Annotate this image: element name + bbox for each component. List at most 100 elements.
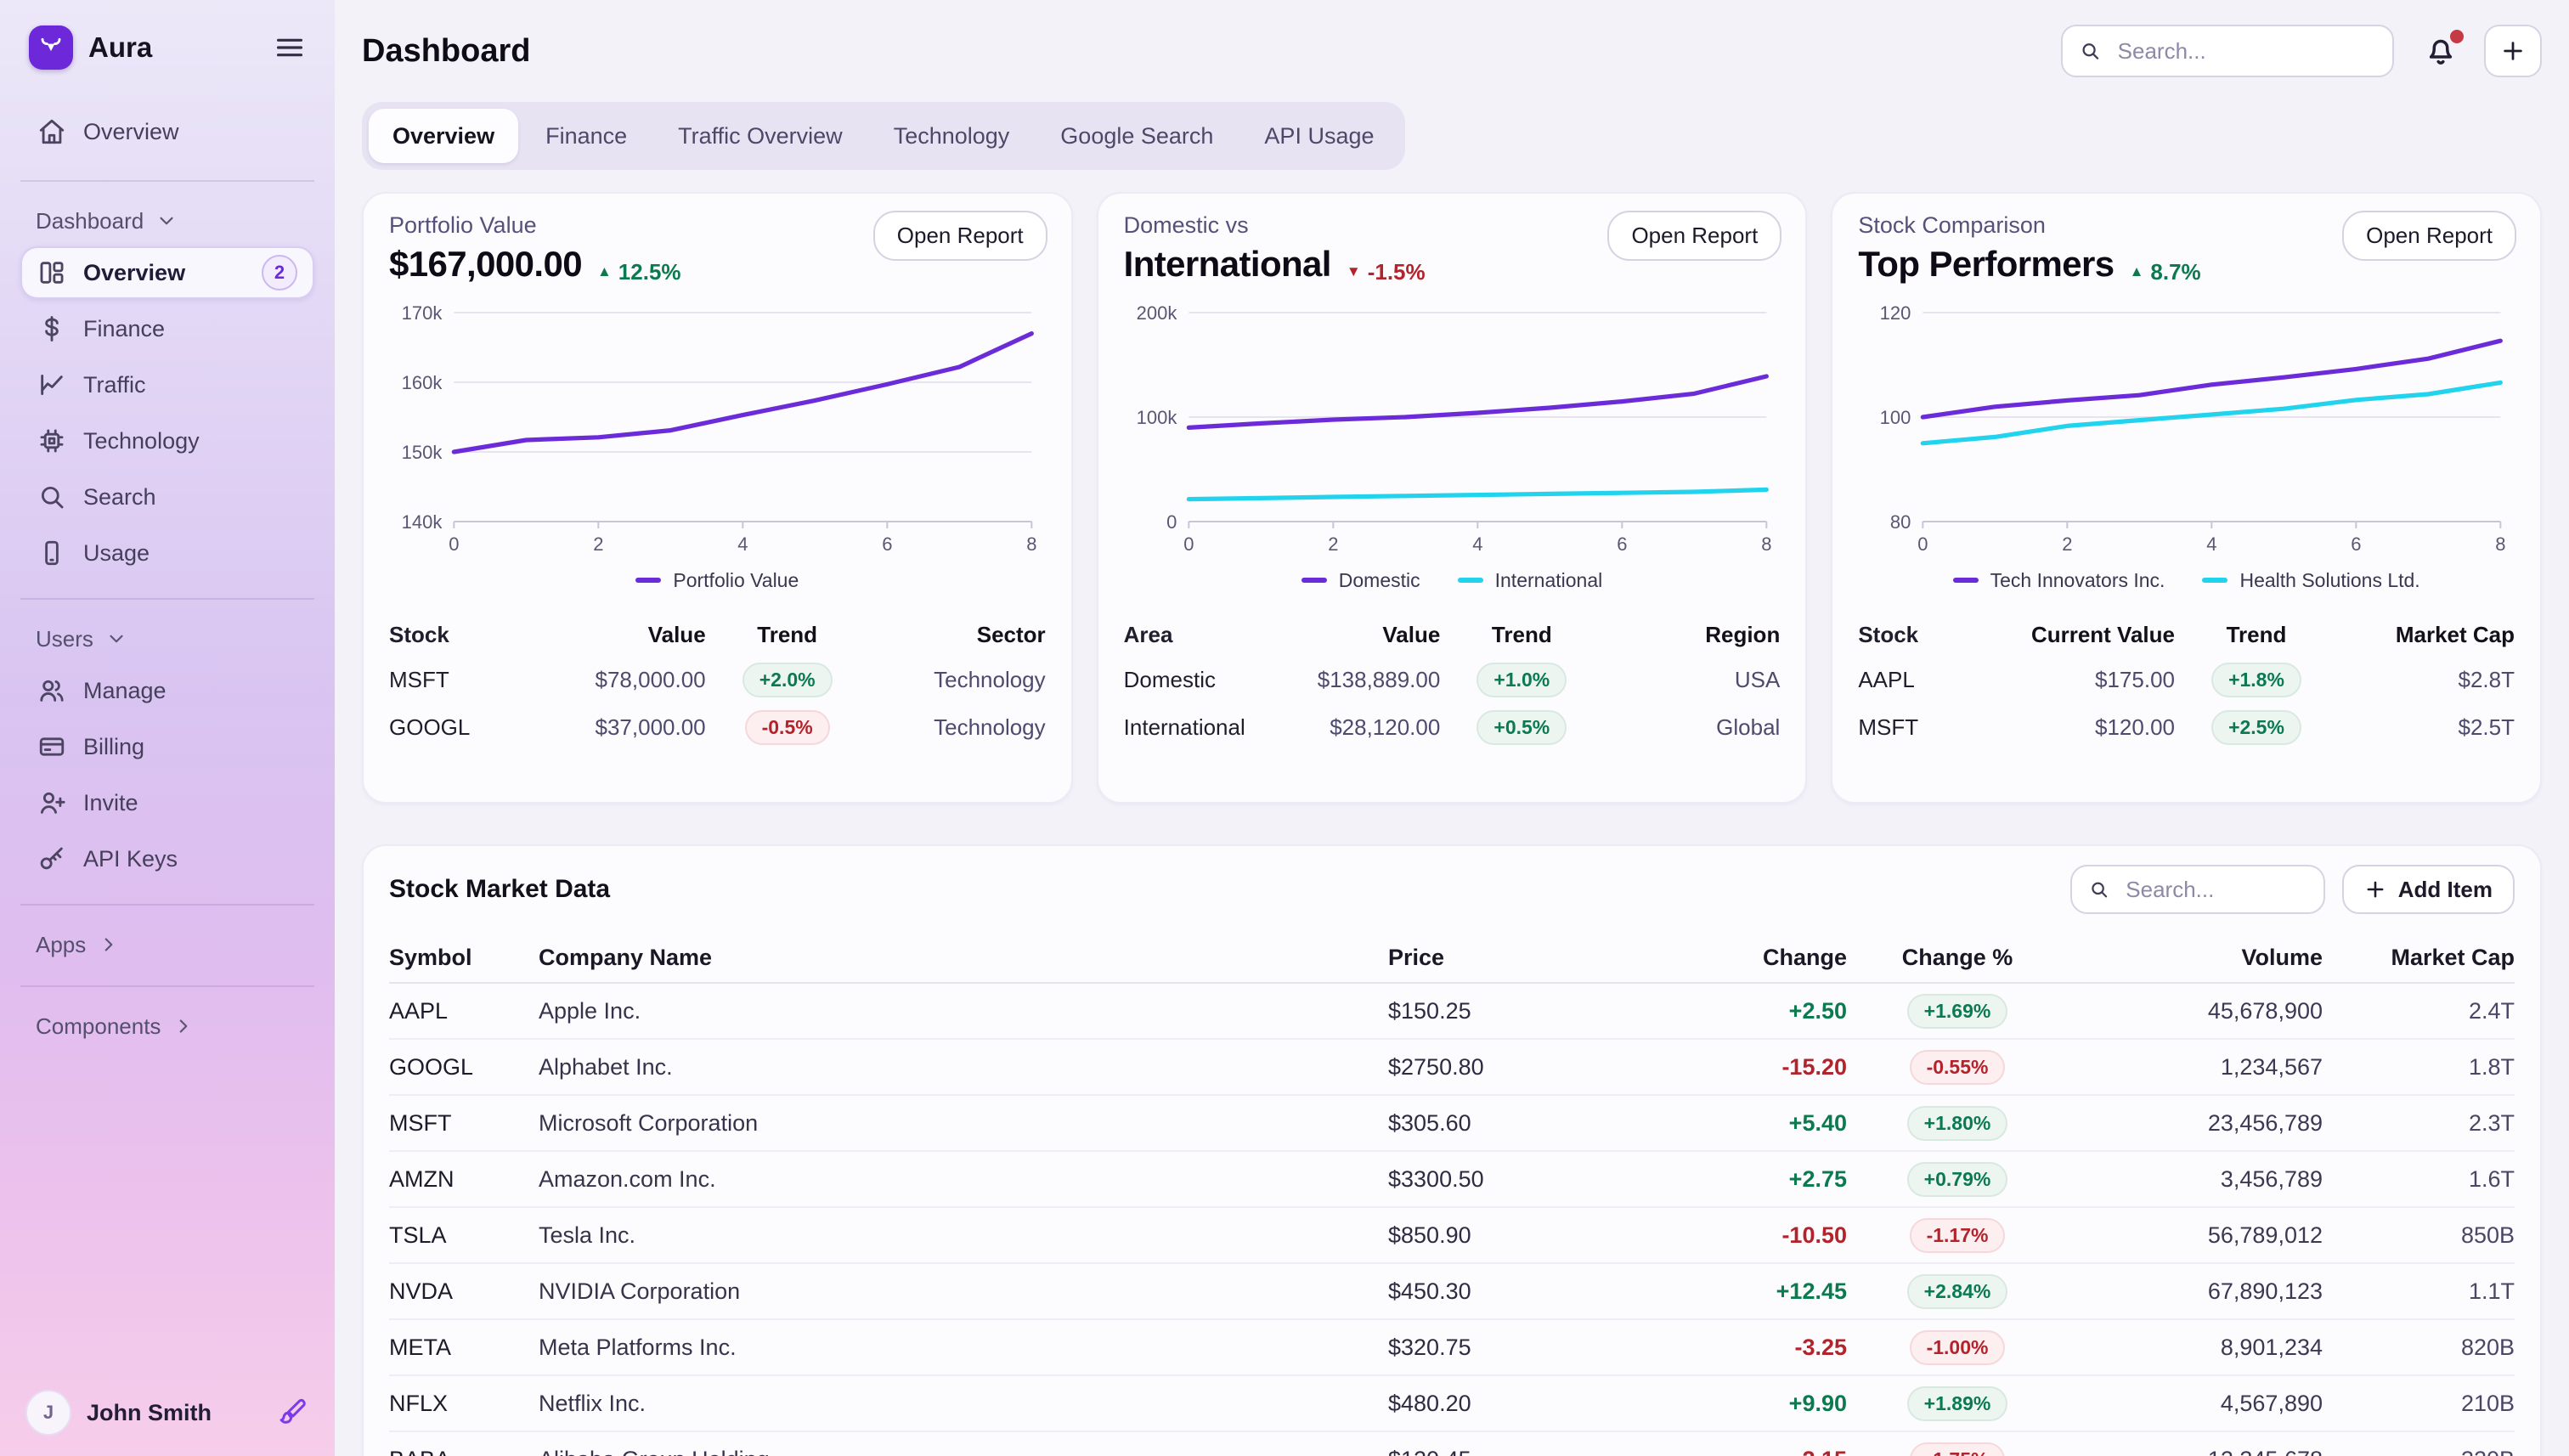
symbol-cell: NVDA bbox=[389, 1278, 539, 1305]
sidebar-item-overview[interactable]: Overview bbox=[20, 105, 314, 158]
open-report-button[interactable]: Open Report bbox=[2342, 211, 2516, 261]
row-label: MSFT bbox=[1858, 714, 2007, 741]
row-value: $175.00 bbox=[2007, 667, 2175, 693]
column-header: Trend bbox=[1440, 622, 1603, 648]
market-table-row-baba[interactable]: BABAAlibaba Group Holding$120.45-2.15-1.… bbox=[389, 1432, 2515, 1456]
sidebar-section-label: Users bbox=[36, 626, 93, 652]
market-table-row-nflx[interactable]: NFLXNetflix Inc.$480.20+9.90+1.89%4,567,… bbox=[389, 1376, 2515, 1432]
market-table-row-nvda[interactable]: NVDANVIDIA Corporation$450.30+12.45+2.84… bbox=[389, 1264, 2515, 1320]
company-cell: Apple Inc. bbox=[539, 998, 1388, 1024]
sidebar-item-api-keys[interactable]: API Keys bbox=[20, 832, 314, 885]
svg-text:4: 4 bbox=[1472, 533, 1482, 555]
market-table-row-meta[interactable]: METAMeta Platforms Inc.$320.75-3.25-1.00… bbox=[389, 1320, 2515, 1376]
market-table-row-tsla[interactable]: TSLATesla Inc.$850.90-10.50-1.17%56,789,… bbox=[389, 1208, 2515, 1264]
tab-overview[interactable]: Overview bbox=[369, 109, 518, 163]
home-icon bbox=[37, 117, 66, 146]
volume-cell: 45,678,900 bbox=[2068, 998, 2323, 1024]
triangle-up-icon: ▲ bbox=[2130, 263, 2144, 280]
svg-text:6: 6 bbox=[882, 533, 892, 555]
market-cap-cell: 210B bbox=[2323, 1391, 2515, 1417]
tab-google-search[interactable]: Google Search bbox=[1036, 109, 1237, 163]
search-input[interactable] bbox=[2114, 37, 2375, 66]
sidebar-item-invite[interactable]: Invite bbox=[20, 776, 314, 829]
search-icon bbox=[2080, 39, 2101, 63]
sidebar-item-technology[interactable]: Technology bbox=[20, 415, 314, 467]
svg-text:8: 8 bbox=[1761, 533, 1771, 555]
card-table: StockValueTrendSectorMSFT$78,000.00+2.0%… bbox=[389, 614, 1046, 752]
symbol-cell: META bbox=[389, 1335, 539, 1361]
sidebar-section-toggle-components[interactable]: Components bbox=[20, 1004, 314, 1048]
create-new-button[interactable] bbox=[2484, 25, 2542, 77]
sidebar-item-manage[interactable]: Manage bbox=[20, 664, 314, 717]
sidebar-section-toggle-apps[interactable]: Apps bbox=[20, 923, 314, 967]
row-label: GOOGL bbox=[389, 714, 539, 741]
add-item-label: Add Item bbox=[2398, 877, 2493, 903]
change-pct-pill: +1.80% bbox=[1907, 1106, 2008, 1141]
market-table-row-amzn[interactable]: AMZNAmazon.com Inc.$3300.50+2.75+0.79%3,… bbox=[389, 1152, 2515, 1208]
company-cell: Meta Platforms Inc. bbox=[539, 1335, 1388, 1361]
sidebar-header: Aura bbox=[20, 22, 314, 73]
price-cell: $3300.50 bbox=[1388, 1166, 1643, 1193]
column-header: Stock bbox=[389, 622, 539, 648]
legend-label: International bbox=[1495, 569, 1603, 592]
notifications-bell-icon[interactable] bbox=[2423, 33, 2459, 69]
row-extra: Technology bbox=[869, 667, 1046, 693]
credit-card-icon bbox=[37, 732, 66, 761]
legend-label: Portfolio Value bbox=[673, 569, 799, 592]
svg-text:2: 2 bbox=[2063, 533, 2073, 555]
sidebar-section-toggle-dashboard[interactable]: Dashboard bbox=[20, 199, 314, 243]
sidebar-item-billing[interactable]: Billing bbox=[20, 720, 314, 773]
sidebar-section-toggle-users[interactable]: Users bbox=[20, 617, 314, 661]
sidebar-item-overview[interactable]: Overview2 bbox=[20, 246, 314, 299]
sidebar-item-label: Manage bbox=[83, 678, 167, 704]
change-cell: -2.15 bbox=[1643, 1447, 1847, 1456]
stat-card-domestic-vs: Domestic vsInternational▼-1.5%Open Repor… bbox=[1097, 192, 1808, 804]
key-icon bbox=[37, 844, 66, 873]
open-report-button[interactable]: Open Report bbox=[873, 211, 1047, 261]
sidebar-item-label: Invite bbox=[83, 790, 138, 816]
market-table-row-msft[interactable]: MSFTMicrosoft Corporation$305.60+5.40+1.… bbox=[389, 1096, 2515, 1152]
legend-swatch bbox=[1301, 578, 1327, 583]
tab-finance[interactable]: Finance bbox=[522, 109, 651, 163]
paintbrush-icon[interactable] bbox=[279, 1397, 309, 1428]
open-report-button[interactable]: Open Report bbox=[1607, 211, 1781, 261]
card-table-header: StockValueTrendSector bbox=[389, 614, 1046, 657]
column-header: Region bbox=[1603, 622, 1780, 648]
hamburger-menu-icon[interactable] bbox=[274, 31, 306, 64]
symbol-cell: BABA bbox=[389, 1447, 539, 1456]
sidebar-item-label: Traffic bbox=[83, 372, 146, 398]
tab-traffic-overview[interactable]: Traffic Overview bbox=[654, 109, 867, 163]
legend-label: Domestic bbox=[1339, 569, 1420, 592]
delta-value: 12.5% bbox=[618, 259, 681, 285]
market-search-input[interactable] bbox=[2122, 875, 2306, 905]
change-cell: -10.50 bbox=[1643, 1222, 1847, 1249]
sidebar-item-usage[interactable]: Usage bbox=[20, 527, 314, 579]
sidebar-section-users: Users Manage Billing Invite API Keys bbox=[20, 598, 314, 885]
sidebar-section-components: Components bbox=[20, 985, 314, 1048]
user-menu[interactable]: J John Smith bbox=[20, 1383, 314, 1436]
market-search[interactable] bbox=[2070, 865, 2325, 914]
chart-line-icon bbox=[37, 370, 66, 399]
market-table-row-googl[interactable]: GOOGLAlphabet Inc.$2750.80-15.20-0.55%1,… bbox=[389, 1040, 2515, 1096]
add-item-button[interactable]: Add Item bbox=[2342, 865, 2515, 914]
global-search[interactable] bbox=[2061, 25, 2394, 77]
sidebar-item-search[interactable]: Search bbox=[20, 471, 314, 523]
tab-technology[interactable]: Technology bbox=[870, 109, 1034, 163]
market-cap-cell: 2.4T bbox=[2323, 998, 2515, 1024]
legend-item-domestic: Domestic bbox=[1301, 569, 1420, 592]
card-table-header: StockCurrent ValueTrendMarket Cap bbox=[1858, 614, 2515, 657]
price-cell: $150.25 bbox=[1388, 998, 1643, 1024]
app-root: Aura Overview DashboardOverview2FinanceT… bbox=[0, 0, 2569, 1456]
market-table-row-aapl[interactable]: AAPLApple Inc.$150.25+2.50+1.69%45,678,9… bbox=[389, 984, 2515, 1040]
svg-text:160k: 160k bbox=[402, 372, 443, 393]
sidebar-item-traffic[interactable]: Traffic bbox=[20, 358, 314, 411]
stat-card-portfolio-value: Portfolio Value$167,000.00▲12.5%Open Rep… bbox=[362, 192, 1073, 804]
tab-api-usage[interactable]: API Usage bbox=[1240, 109, 1397, 163]
price-cell: $320.75 bbox=[1388, 1335, 1643, 1361]
sidebar-item-finance[interactable]: Finance bbox=[20, 302, 314, 355]
app-name: Aura bbox=[88, 31, 258, 64]
column-header: Current Value bbox=[2007, 622, 2175, 648]
svg-text:100: 100 bbox=[1880, 407, 1911, 428]
column-header-change: Change bbox=[1643, 945, 1847, 971]
company-cell: Tesla Inc. bbox=[539, 1222, 1388, 1249]
